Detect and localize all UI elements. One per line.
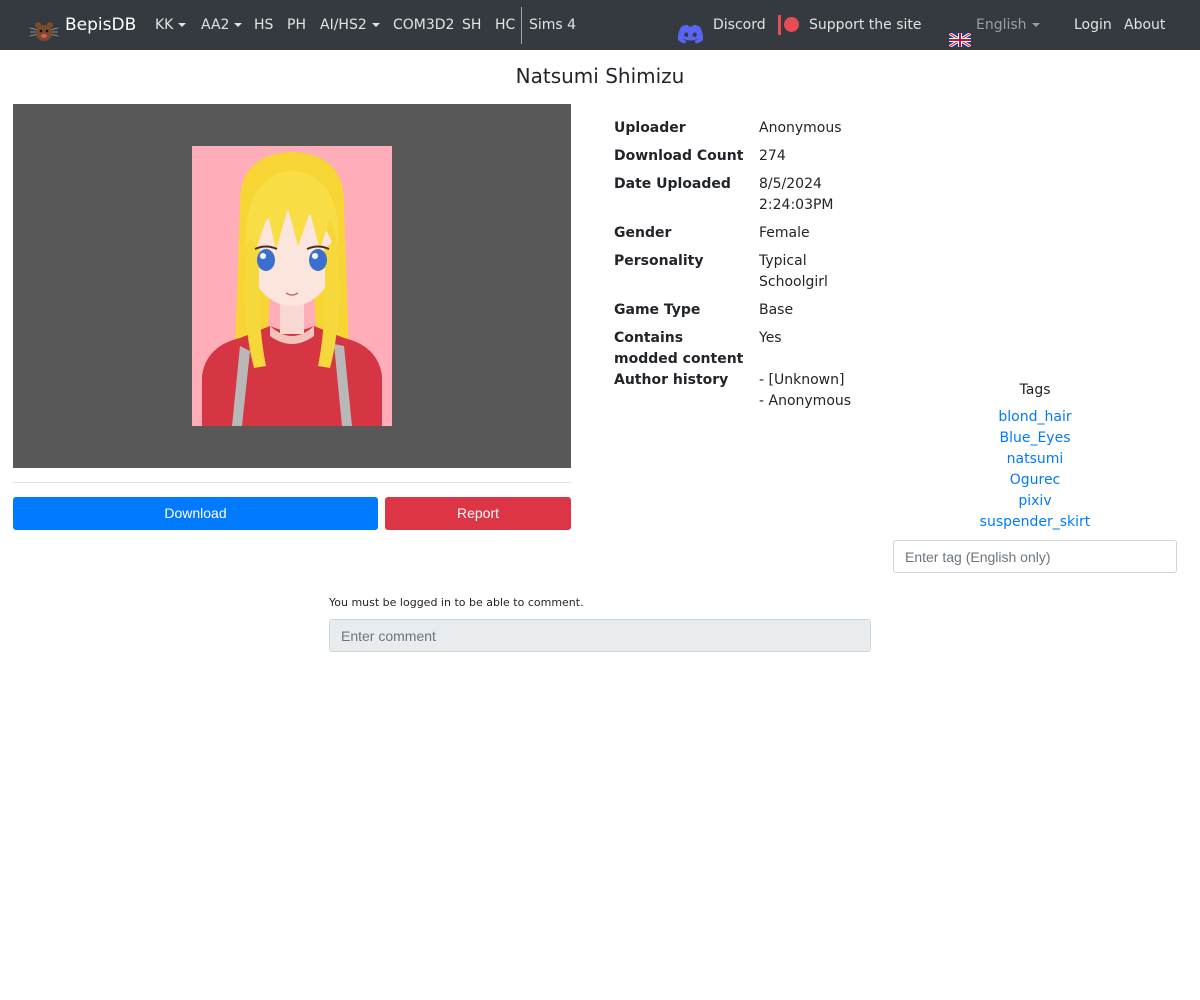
uk-flag-icon	[948, 18, 972, 49]
info-value-personality: Typical Schoolgirl	[759, 253, 828, 290]
info-value-download-count: 274	[759, 148, 786, 164]
discord-link[interactable]: Discord	[677, 0, 766, 50]
nav-item-label: HC	[495, 17, 516, 33]
nav-item-aa2[interactable]: AA2	[201, 0, 243, 50]
info-key-uploader: Uploader	[614, 120, 686, 136]
nav-item-label: KK	[155, 17, 174, 33]
info-value-game-type: Base	[759, 302, 794, 318]
info-key-game-type: Game Type	[614, 302, 701, 318]
info-value-author-history: - [Unknown] - Anonymous	[759, 372, 852, 409]
download-button[interactable]: Download	[13, 497, 378, 530]
patreon-icon	[778, 15, 800, 35]
about-link[interactable]: About	[1124, 0, 1165, 50]
caret-down-icon	[371, 23, 380, 27]
bepis-logo-icon	[29, 13, 59, 41]
nav-item-label: AA2	[201, 17, 230, 33]
navbar: BepisDB KK AA2 HS PH AI/HS2 COM3D2 SH HC…	[0, 0, 1200, 50]
nav-item-label: PH	[287, 17, 306, 33]
character-card-image[interactable]	[192, 146, 392, 426]
report-button[interactable]: Report	[385, 497, 571, 530]
brand-name: BepisDB	[65, 15, 137, 35]
tag-link[interactable]: blond_hair	[893, 407, 1177, 428]
nav-item-label: Sims 4	[529, 17, 577, 33]
nav-item-kk[interactable]: KK	[155, 0, 187, 50]
nav-item-hs[interactable]: HS	[254, 0, 273, 50]
nav-item-label: SH	[462, 17, 482, 33]
info-value-date-uploaded: 8/5/2024 2:24:03PM	[759, 176, 834, 213]
caret-down-icon	[234, 23, 243, 27]
login-link[interactable]: Login	[1074, 0, 1112, 50]
nav-item-com3d2[interactable]: COM3D2	[393, 0, 454, 50]
info-value-uploader: Anonymous	[759, 120, 842, 136]
discord-label: Discord	[713, 17, 766, 33]
tag-link[interactable]: suspender_skirt	[893, 512, 1177, 533]
nav-item-label: AI/HS2	[320, 17, 367, 33]
info-key-modded-content: Contains modded content	[614, 330, 744, 367]
language-label: English	[976, 17, 1027, 33]
tag-link[interactable]: Ogurec	[893, 470, 1177, 491]
card-preview-frame	[13, 104, 571, 468]
support-label: Support the site	[809, 17, 922, 33]
nav-item-sims4[interactable]: Sims 4	[529, 0, 576, 50]
info-key-gender: Gender	[614, 225, 672, 241]
nav-divider	[521, 7, 522, 44]
nav-item-label: HS	[254, 17, 274, 33]
nav-item-sh[interactable]: SH	[462, 0, 481, 50]
info-value-gender: Female	[759, 225, 810, 241]
tag-link[interactable]: pixiv	[893, 491, 1177, 512]
info-key-download-count: Download Count	[614, 148, 744, 164]
language-dropdown[interactable]: English	[948, 0, 1040, 50]
info-key-author-history: Author history	[614, 372, 729, 388]
tag-link[interactable]: natsumi	[893, 449, 1177, 470]
tags-heading: Tags	[1019, 382, 1051, 398]
brand-link[interactable]: BepisDB	[29, 0, 136, 50]
info-key-date-uploaded: Date Uploaded	[614, 176, 731, 192]
comment-login-note: You must be logged in to be able to comm…	[329, 596, 584, 609]
info-value-modded-content: Yes	[759, 330, 782, 346]
support-link[interactable]: Support the site	[778, 0, 922, 50]
caret-down-icon	[178, 23, 187, 27]
info-key-personality: Personality	[614, 253, 704, 269]
nav-item-ai-hs2[interactable]: AI/HS2	[320, 0, 380, 50]
discord-icon	[677, 15, 704, 44]
comment-input[interactable]	[329, 619, 871, 652]
tag-input[interactable]	[893, 540, 1177, 573]
nav-item-label: COM3D2	[393, 17, 455, 33]
nav-item-hc[interactable]: HC	[495, 0, 515, 50]
page-title: Natsumi Shimizu	[515, 64, 685, 88]
divider	[13, 482, 571, 483]
tag-link[interactable]: Blue_Eyes	[893, 428, 1177, 449]
nav-item-ph[interactable]: PH	[287, 0, 306, 50]
caret-down-icon	[1031, 23, 1040, 27]
